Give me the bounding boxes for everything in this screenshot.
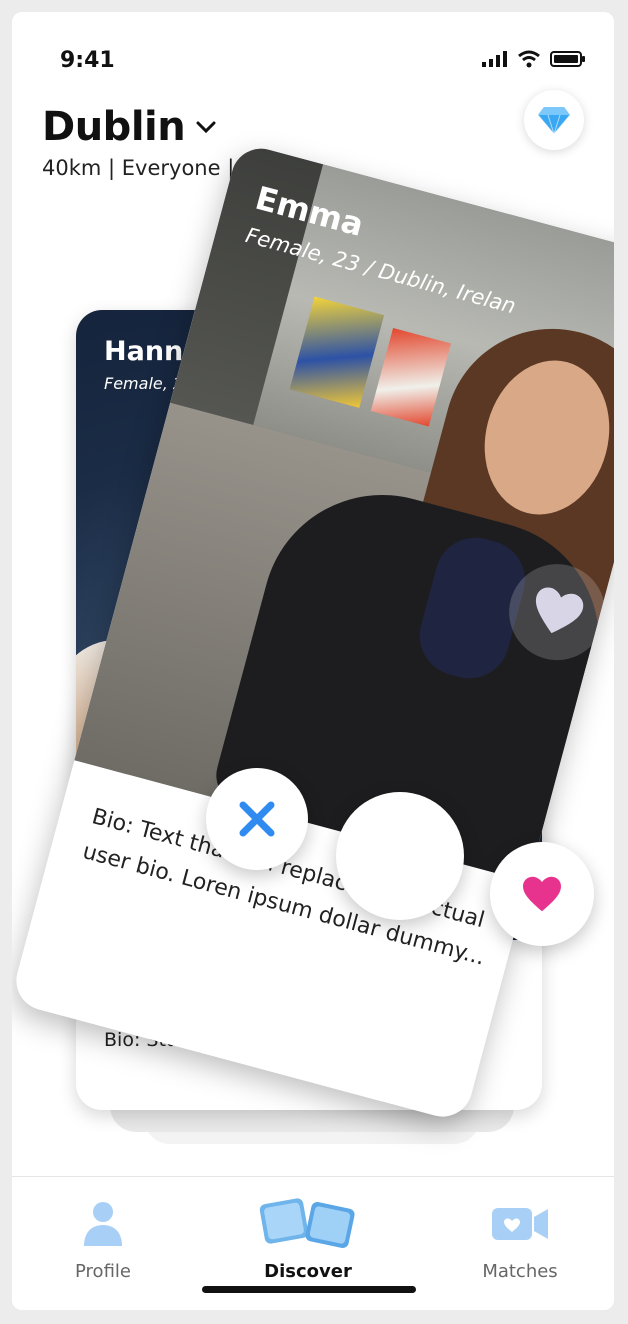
status-time: 9:41 (60, 48, 115, 73)
user-icon (84, 1202, 122, 1246)
city-name: Dublin (42, 104, 186, 150)
premium-button[interactable] (524, 90, 584, 150)
like-button[interactable] (490, 842, 594, 946)
video-icon (492, 1208, 548, 1240)
home-indicator (202, 1286, 416, 1293)
chevron-down-icon (196, 121, 216, 134)
close-icon (239, 801, 275, 837)
heart-icon (535, 587, 584, 634)
tab-label: Discover (264, 1261, 352, 1282)
dislike-button[interactable] (206, 768, 308, 870)
status-icons (482, 50, 586, 68)
super-like-button[interactable] (336, 792, 464, 920)
cards-icon (259, 1198, 355, 1249)
wifi-icon (518, 50, 540, 68)
tab-label: Matches (482, 1261, 558, 1282)
heart-icon (523, 876, 561, 912)
battery-icon (550, 51, 585, 67)
phone-screen: 9:41 Dublin 40km | Everyone | 18 t Hanna… (12, 12, 614, 1310)
tab-profile[interactable]: Profile (58, 1177, 148, 1310)
location-selector[interactable]: Dublin (42, 104, 217, 150)
diamond-icon (537, 107, 571, 135)
tab-label: Profile (75, 1261, 131, 1282)
tab-matches[interactable]: Matches (472, 1177, 568, 1310)
signal-icon (482, 51, 507, 67)
